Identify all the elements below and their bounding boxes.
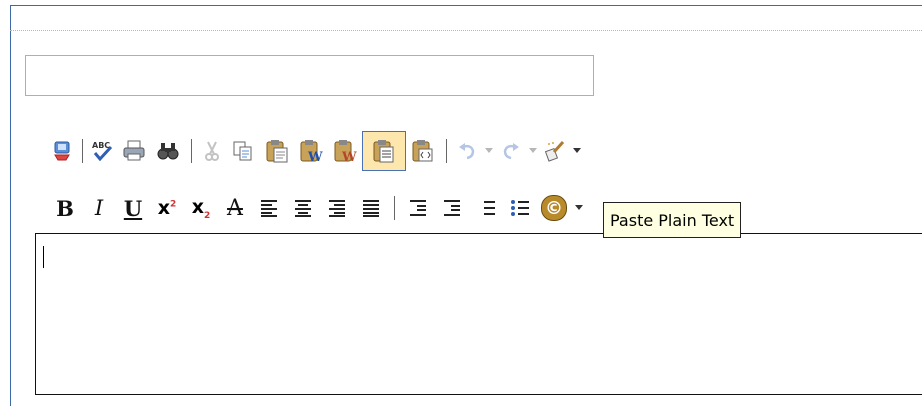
redo-dropdown[interactable]: [525, 136, 541, 166]
align-right-button[interactable]: [320, 193, 354, 223]
strikethrough-button[interactable]: A: [218, 193, 252, 223]
find-button[interactable]: [151, 136, 185, 166]
underline-button[interactable]: U: [116, 193, 150, 223]
indent-icon: [442, 199, 462, 217]
bullet-list-icon: [510, 199, 530, 217]
undo-dropdown[interactable]: [481, 136, 497, 166]
print-button[interactable]: [117, 136, 151, 166]
chevron-down-icon: [529, 148, 537, 154]
italic-button[interactable]: I: [82, 193, 116, 223]
paste-plain-text-icon: [372, 139, 396, 163]
italic-label: I: [94, 196, 104, 220]
insert-symbol-button[interactable]: ©: [537, 193, 571, 223]
bold-button[interactable]: B: [48, 193, 82, 223]
numbered-list-icon: [476, 199, 496, 217]
find-icon: [156, 140, 180, 162]
copyright-icon: ©: [541, 195, 567, 221]
toolbar-separator: [394, 196, 395, 220]
paste-plain-text-button[interactable]: [362, 131, 406, 171]
editor-content-area[interactable]: [35, 233, 922, 395]
print-icon: [122, 140, 146, 162]
chevron-down-icon: [573, 148, 581, 154]
paste-word-icon: W: [299, 139, 323, 163]
cut-button[interactable]: [198, 136, 226, 166]
divider: [10, 30, 922, 31]
toolbar-row-1: ABC W W: [48, 131, 585, 171]
copy-icon: [232, 140, 254, 162]
format-stripper-dropdown[interactable]: [569, 136, 585, 166]
paste-button[interactable]: [260, 136, 294, 166]
outdent-button[interactable]: [401, 193, 435, 223]
paste-from-word-cleanup-button[interactable]: W: [328, 136, 362, 166]
save-icon: [51, 140, 73, 162]
indent-button[interactable]: [435, 193, 469, 223]
underline-label: U: [123, 195, 143, 221]
subscript-button[interactable]: x2: [184, 193, 218, 223]
format-stripper-button[interactable]: [541, 136, 569, 166]
align-left-button[interactable]: [252, 193, 286, 223]
toolbar-row-2: B I U x2 x2 A ©: [48, 193, 587, 223]
chevron-down-icon: [485, 148, 493, 154]
paste-word-alt-icon: W: [333, 139, 357, 163]
chevron-down-icon: [575, 205, 583, 211]
numbered-list-button[interactable]: [469, 193, 503, 223]
undo-button[interactable]: [453, 136, 481, 166]
subscript-icon: x2: [191, 195, 211, 221]
paste-icon: [265, 139, 289, 163]
outdent-icon: [408, 199, 428, 217]
bullet-list-button[interactable]: [503, 193, 537, 223]
paste-from-word-button[interactable]: W: [294, 136, 328, 166]
align-left-icon: [259, 199, 279, 217]
paste-html-icon: [411, 139, 435, 163]
superscript-icon: x2: [157, 197, 177, 219]
align-center-button[interactable]: [286, 193, 320, 223]
text-caret: [43, 246, 44, 268]
superscript-button[interactable]: x2: [150, 193, 184, 223]
tooltip: Paste Plain Text: [603, 202, 742, 238]
title-input[interactable]: [25, 55, 594, 96]
align-right-icon: [327, 199, 347, 217]
strikethrough-label: A: [227, 195, 243, 221]
spellcheck-icon: ABC: [91, 139, 115, 163]
insert-symbol-dropdown[interactable]: [571, 193, 587, 223]
svg-text:W: W: [307, 150, 323, 163]
paste-html-button[interactable]: [406, 136, 440, 166]
toolbar-separator: [82, 139, 83, 163]
undo-icon: [457, 141, 477, 161]
align-justify-icon: [361, 199, 381, 217]
bold-label: B: [56, 195, 74, 221]
save-button[interactable]: [48, 136, 76, 166]
svg-text:W: W: [341, 150, 357, 163]
scissors-icon: [202, 140, 222, 162]
toolbar-separator: [191, 139, 192, 163]
justify-button[interactable]: [354, 193, 388, 223]
tooltip-text: Paste Plain Text: [610, 210, 735, 230]
copy-button[interactable]: [226, 136, 260, 166]
toolbar-separator: [446, 139, 447, 163]
redo-button[interactable]: [497, 136, 525, 166]
spellcheck-button[interactable]: ABC: [89, 136, 117, 166]
format-stripper-icon: [544, 140, 566, 162]
align-center-icon: [293, 199, 313, 217]
redo-icon: [501, 141, 521, 161]
